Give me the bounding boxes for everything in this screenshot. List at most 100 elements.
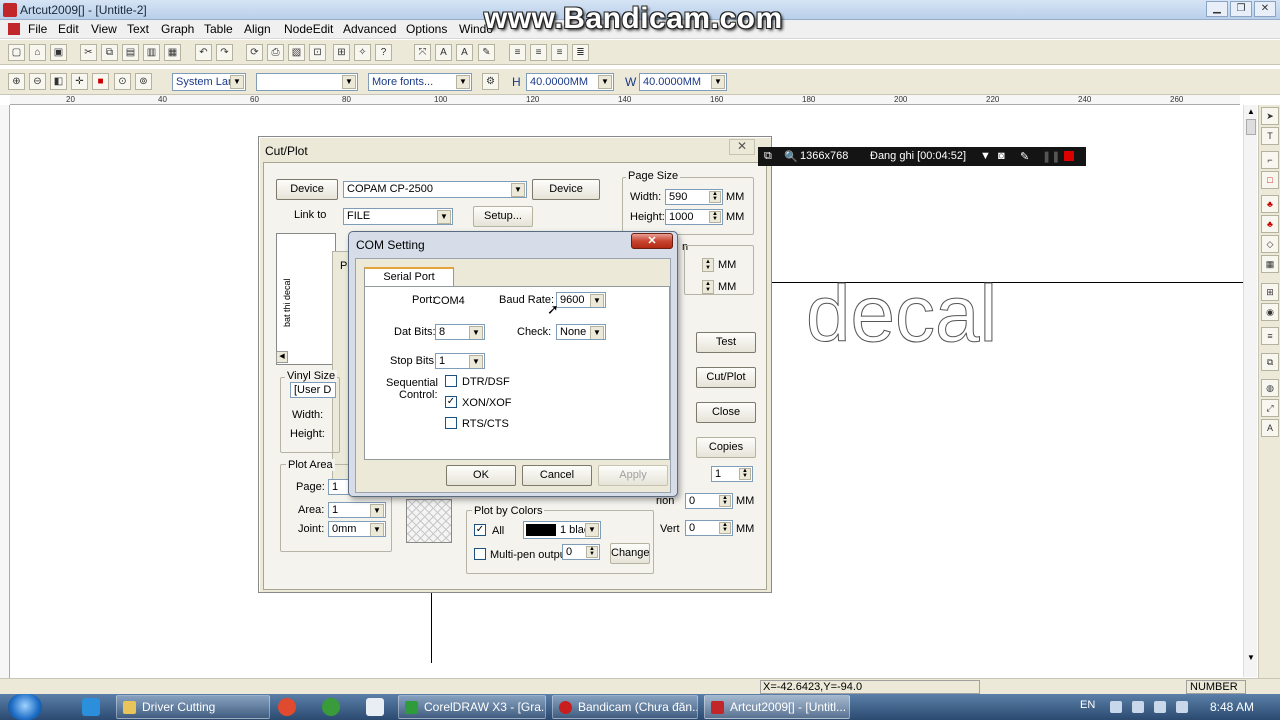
spinner-icon[interactable]: ▲ ▼ — [719, 495, 731, 507]
apply-button[interactable]: Apply — [598, 465, 668, 486]
all-colors-checkbox[interactable]: ✓ — [474, 524, 486, 536]
scroll-thumb[interactable] — [1246, 119, 1256, 135]
tray-icon[interactable] — [1154, 701, 1166, 713]
text-tool-icon[interactable]: T — [1261, 127, 1279, 145]
test-button[interactable]: Test — [696, 332, 756, 353]
vinyl-size-select[interactable]: [User D — [290, 382, 336, 398]
redo-icon[interactable]: ↷ — [216, 44, 233, 61]
artcut-app-icon[interactable] — [3, 3, 17, 17]
chevron-down-icon[interactable]: ▼ — [590, 326, 604, 339]
taskbar-item-driver-cutting[interactable]: Driver Cutting — [116, 695, 270, 719]
chevron-down-icon[interactable]: ▼ — [511, 183, 525, 197]
horizontal-offset-input[interactable]: 0 ▲ ▼ — [685, 493, 733, 509]
spinner-icon[interactable]: ▲ ▼ — [719, 522, 731, 534]
justify-icon[interactable]: ≣ — [572, 44, 589, 61]
cut-plot-button[interactable]: Cut/Plot — [696, 367, 756, 388]
copies-input[interactable]: 1 ▲ ▼ — [711, 466, 753, 482]
chevron-down-icon[interactable]: ▼ — [342, 75, 356, 89]
save-icon[interactable]: ▣ — [50, 44, 67, 61]
setup-button[interactable]: Setup... — [473, 206, 533, 227]
zoom-in-icon[interactable]: ⊕ — [8, 73, 25, 90]
menu-edit[interactable]: Edit — [58, 22, 79, 36]
spinner-icon[interactable]: ▲ ▼ — [702, 258, 714, 272]
camera-icon[interactable]: ◙ — [998, 150, 1005, 162]
chevron-down-icon[interactable]: ▼ — [469, 326, 483, 339]
layer-icon[interactable]: ⧉ — [1261, 353, 1279, 371]
pan-icon[interactable]: ✛ — [71, 73, 88, 90]
cut-icon[interactable]: ✂ — [80, 44, 97, 61]
open-folder-icon[interactable]: ⌂ — [29, 44, 46, 61]
chrome-icon[interactable] — [278, 698, 296, 716]
ok-button[interactable]: OK — [446, 465, 516, 486]
change-button[interactable]: Change — [610, 543, 650, 564]
new-file-icon[interactable]: ▢ — [8, 44, 25, 61]
pattern-swatch[interactable] — [406, 499, 452, 543]
align-center-icon[interactable]: ≡ — [530, 44, 547, 61]
link-to-select[interactable]: FILE ▼ — [343, 208, 453, 225]
chevron-down-icon[interactable]: ▼ — [585, 523, 599, 537]
taskbar-item-coreldraw[interactable]: CorelDRAW X3 - [Gra... — [398, 695, 546, 719]
page-width-input[interactable]: 590 ▲ ▼ — [665, 189, 723, 205]
restore-icon[interactable]: ❐ — [1230, 1, 1252, 17]
clipboard-icon[interactable]: ▥ — [143, 44, 160, 61]
zoom-fit-icon[interactable]: ■ — [92, 73, 109, 90]
font-system-select[interactable]: System Lar ▼ — [172, 73, 246, 91]
language-indicator[interactable]: EN — [1080, 699, 1095, 711]
scroll-down-icon[interactable]: ▼ — [1246, 653, 1256, 663]
spinner-icon[interactable]: ▲ ▼ — [709, 211, 721, 223]
chevron-down-icon[interactable]: ▼ — [437, 210, 451, 224]
chevron-down-icon[interactable]: ▼ — [370, 523, 384, 536]
device-select[interactable]: COPAM CP-2500 ▼ — [343, 181, 527, 198]
close-button[interactable]: Close — [696, 402, 756, 423]
taskbar-item-bandicam[interactable]: Bandicam (Chưa đăn... — [552, 695, 698, 719]
cherry-icon[interactable]: ♣ — [1261, 195, 1279, 213]
text-tool-icon[interactable]: A — [435, 44, 452, 61]
vertical-scrollbar[interactable]: ▲ ▼ — [1243, 105, 1257, 677]
tray-icon[interactable] — [1110, 701, 1122, 713]
volume-icon[interactable] — [1176, 701, 1188, 713]
print-icon[interactable]: ▦ — [164, 44, 181, 61]
color-select[interactable]: 1 blac ▼ — [523, 521, 601, 539]
zoom-all-icon[interactable]: ⊚ — [135, 73, 152, 90]
window-mode-icon[interactable]: ⧉ — [764, 150, 772, 163]
align-right-icon[interactable]: ≡ — [551, 44, 568, 61]
network-icon[interactable] — [366, 698, 384, 716]
height-input[interactable]: 40.0000MM ▼ — [526, 73, 614, 91]
menu-table[interactable]: Table — [204, 22, 233, 36]
plot-joint-select[interactable]: 0mm ▼ — [328, 521, 386, 537]
dtr-dsr-checkbox[interactable] — [445, 375, 457, 387]
dimension-icon[interactable]: ⊡ — [309, 44, 326, 61]
chevron-down-icon[interactable]: ▼ — [469, 355, 483, 368]
frame-icon[interactable]: ⊞ — [333, 44, 350, 61]
multi-pen-input[interactable]: 0 ▲ ▼ — [562, 544, 600, 560]
zoom-out-icon[interactable]: ⊖ — [29, 73, 46, 90]
menu-graph[interactable]: Graph — [161, 22, 194, 36]
close-icon[interactable]: ✕ — [729, 139, 755, 155]
magnifier-icon[interactable]: 🔍 — [784, 150, 798, 163]
chevron-down-icon[interactable]: ▼ — [711, 75, 725, 89]
list-icon[interactable]: ≡ — [1261, 327, 1279, 345]
zoom-selection-icon[interactable]: ◧ — [50, 73, 67, 90]
zoom-page-icon[interactable]: ⊙ — [114, 73, 131, 90]
transform-icon[interactable]: ⤢ — [1261, 399, 1279, 417]
spinner-icon[interactable]: ▲ ▼ — [739, 468, 751, 480]
shape-icon[interactable]: ◇ — [1261, 235, 1279, 253]
font-name-select[interactable]: ▼ — [256, 73, 358, 91]
scroll-left-icon[interactable]: ◀ — [276, 351, 288, 363]
chevron-down-icon[interactable]: ▼ — [598, 75, 612, 89]
grid-icon[interactable]: ⊞ — [1261, 283, 1279, 301]
lightbulb-icon[interactable]: ✧ — [354, 44, 371, 61]
stop-icon[interactable] — [1064, 151, 1074, 161]
tray-icon[interactable] — [1132, 701, 1144, 713]
chevron-down-icon[interactable]: ▼ — [590, 294, 604, 307]
layout-icon[interactable]: ▧ — [288, 44, 305, 61]
system-clock[interactable]: 8:48 AM — [1210, 700, 1254, 714]
check-select[interactable]: None ▼ — [556, 324, 606, 340]
spell-check-icon[interactable]: A — [1261, 419, 1279, 437]
copies-button[interactable]: Copies — [696, 437, 756, 458]
scale-icon[interactable]: ⤧ — [414, 44, 431, 61]
text-vertical-icon[interactable]: A — [456, 44, 473, 61]
align-left-icon[interactable]: ≡ — [509, 44, 526, 61]
document-icon[interactable] — [8, 23, 20, 35]
page-height-input[interactable]: 1000 ▲ ▼ — [665, 209, 723, 225]
